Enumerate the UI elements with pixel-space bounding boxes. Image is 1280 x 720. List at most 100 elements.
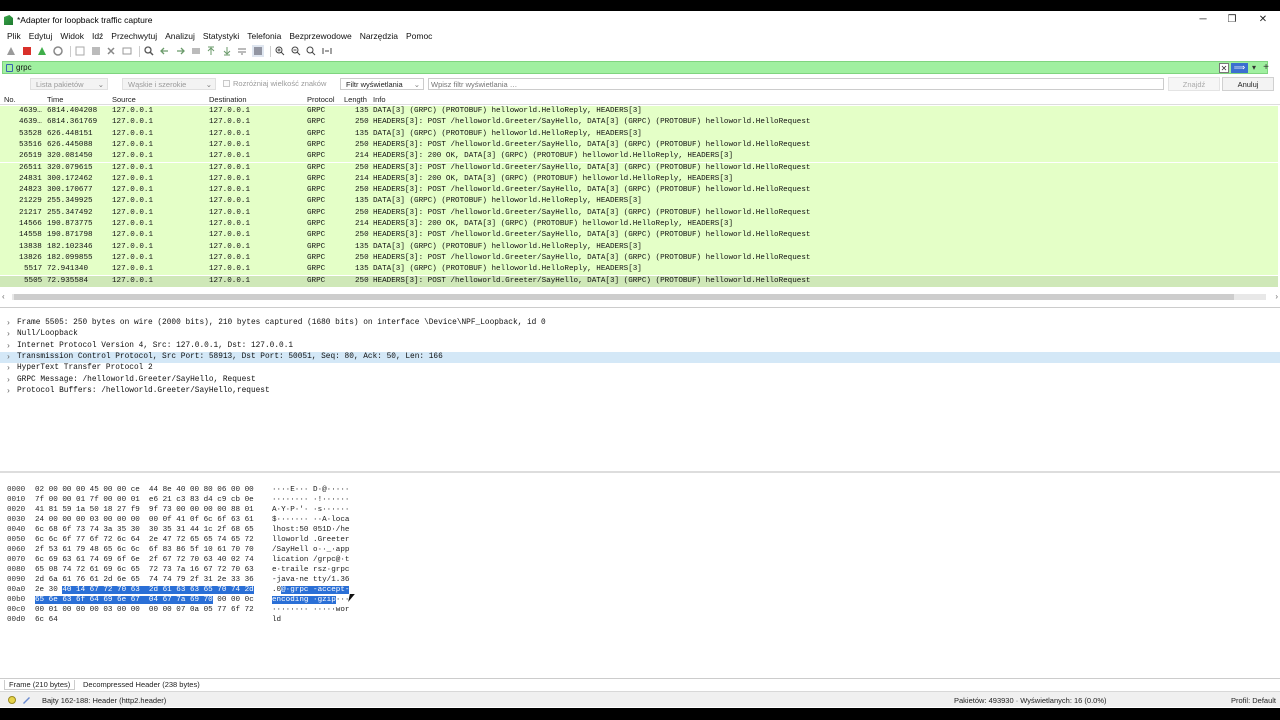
tab-decompressed-header[interactable]: Decompressed Header (238 bytes) <box>79 680 204 689</box>
packet-row[interactable]: 14566 190.873775 127.0.0.1 127.0.0.1 GRPC 214… <box>0 219 1278 231</box>
col-source[interactable]: Source <box>112 95 136 104</box>
capture-options-icon[interactable] <box>52 45 64 57</box>
open-file-icon[interactable] <box>74 45 86 57</box>
packet-row[interactable]: 53528 626.448151 127.0.0.1 127.0.0.1 GRPC 135… <box>0 128 1278 140</box>
packet-row[interactable]: 53516 626.445088 127.0.0.1 127.0.0.1 GRPC 250… <box>0 139 1278 152</box>
menu-item-4[interactable]: Przechwytuj <box>111 31 157 41</box>
apply-filter-icon[interactable]: ⟹ <box>1231 63 1248 73</box>
horizontal-scrollbar[interactable]: ‹ › <box>2 292 1278 302</box>
scroll-right-icon[interactable]: › <box>1275 292 1278 301</box>
detail-tree-item[interactable]: › Transmission Control Protocol, Src Port… <box>0 351 1280 364</box>
hex-row[interactable]: 0090 2d 6a 61 76 61 2d 6e 65 74 74 79 2f … <box>0 575 400 585</box>
col-time[interactable]: Time <box>47 95 63 104</box>
packet-row[interactable]: 13826 182.099855 127.0.0.1 127.0.0.1 GRPC 250… <box>0 252 1278 265</box>
go-back-icon[interactable] <box>159 45 171 57</box>
detail-tree-item[interactable]: › Internet Protocol Version 4, Src: 127.0… <box>0 341 1280 352</box>
packet-row[interactable]: 5517 72.941340 127.0.0.1 127.0.0.1 GRPC 135 DA… <box>0 264 1278 276</box>
menu-item-1[interactable]: Edytuj <box>29 31 53 41</box>
resize-columns-icon[interactable] <box>321 45 333 57</box>
packet-row[interactable]: 4639… 6814.361769 127.0.0.1 127.0.0.1 GRPC 25… <box>0 117 1278 129</box>
menu-item-2[interactable]: Widok <box>60 31 84 41</box>
packet-row[interactable]: 24831 300.172462 127.0.0.1 127.0.0.1 GRPC 214… <box>0 173 1278 186</box>
filter-history-icon[interactable]: ▾ <box>1249 63 1259 73</box>
case-sensitive-checkbox[interactable] <box>223 80 230 87</box>
char-width-combo[interactable]: Wąskie i szerokie ⌄ <box>122 78 216 90</box>
cancel-button[interactable]: Anuluj <box>1222 77 1274 91</box>
hex-row[interactable]: 0070 6c 69 63 61 74 69 6f 6e 2f 67 72 70 … <box>0 555 400 565</box>
display-filter-bar[interactable]: grpc ✕ ⟹ ▾ + <box>2 61 1271 74</box>
col-length[interactable]: Length <box>344 95 367 104</box>
hex-row[interactable]: 00d0 6c 64 ld <box>0 615 400 625</box>
packet-row[interactable]: 13838 182.102346 127.0.0.1 127.0.0.1 GRPC 135… <box>0 241 1278 253</box>
menu-item-10[interactable]: Pomoc <box>406 31 432 41</box>
packet-row[interactable]: 14558 190.871798 127.0.0.1 127.0.0.1 GRPC 250… <box>0 230 1278 242</box>
go-last-icon[interactable] <box>221 45 233 57</box>
hex-row[interactable]: 0080 65 08 74 72 61 69 6c 65 72 73 7a 16 … <box>0 565 400 575</box>
expand-arrow-icon[interactable]: › <box>6 375 11 386</box>
detail-tree-item[interactable]: › HyperText Transfer Protocol 2 <box>0 363 1280 374</box>
detail-tree-item[interactable]: › GRPC Message: /helloworld.Greeter/SayHe… <box>0 375 1280 386</box>
hex-row[interactable]: 0010 7f 00 00 01 7f 00 00 01 e6 21 c3 83 … <box>0 495 400 505</box>
pane-splitter[interactable] <box>0 471 1280 473</box>
close-file-icon[interactable] <box>105 45 117 57</box>
packet-row[interactable]: 4639… 6814.404208 127.0.0.1 127.0.0.1 GRPC 13… <box>0 106 1278 118</box>
stop-capture-icon[interactable] <box>21 45 33 57</box>
go-to-packet-icon[interactable] <box>190 45 202 57</box>
menu-item-7[interactable]: Telefonia <box>247 31 281 41</box>
menu-item-0[interactable]: Plik <box>7 31 21 41</box>
detail-tree-item[interactable]: › Null/Loopback <box>0 329 1280 340</box>
col-info[interactable]: Info <box>373 95 386 104</box>
packet-row[interactable]: 21217 255.347492 127.0.0.1 127.0.0.1 GRPC 250… <box>0 207 1278 219</box>
hex-row[interactable]: 0040 6c 68 6f 73 74 3a 35 30 30 35 31 44 … <box>0 525 400 535</box>
zoom-normal-icon[interactable] <box>305 45 317 57</box>
hex-row[interactable]: 0000 02 00 00 00 45 00 00 ce 44 8e 40 00 … <box>0 485 400 495</box>
close-button[interactable]: ✕ <box>1248 11 1278 29</box>
packet-row[interactable]: 21229 255.349925 127.0.0.1 127.0.0.1 GRPC 135… <box>0 196 1278 208</box>
hex-row[interactable]: 0030 24 00 00 00 03 00 00 00 00 0f 41 0f … <box>0 515 400 525</box>
hex-row[interactable]: 0060 2f 53 61 79 48 65 6c 6c 6f 83 86 5f … <box>0 545 400 555</box>
scroll-left-icon[interactable]: ‹ <box>2 292 5 301</box>
status-profile[interactable]: Profil: Default <box>1231 696 1276 705</box>
menu-item-8[interactable]: Bezprzewodowe <box>289 31 351 41</box>
detail-tree-item[interactable]: › Frame 5505: 250 bytes on wire (2000 bit… <box>0 318 1280 329</box>
find-button[interactable]: Znajdź <box>1168 77 1220 91</box>
expert-info-icon[interactable] <box>8 696 16 704</box>
shark-fin-start-icon[interactable] <box>5 45 17 57</box>
col-destination[interactable]: Destination <box>209 95 247 104</box>
menu-item-3[interactable]: Idź <box>92 31 103 41</box>
hex-row[interactable]: 00b0 65 6e 63 6f 64 69 6e 67 04 67 7a 69 … <box>0 595 400 605</box>
zoom-out-icon[interactable] <box>290 45 302 57</box>
auto-scroll-icon[interactable] <box>236 45 248 57</box>
edit-comment-icon[interactable] <box>22 696 31 704</box>
hex-row[interactable]: 00c0 00 01 00 00 00 03 00 00 00 00 07 0a … <box>0 605 400 615</box>
colorize-icon[interactable] <box>251 45 264 57</box>
minimize-button[interactable]: ─ <box>1188 11 1218 29</box>
search-in-combo[interactable]: Lista pakietów ⌄ <box>30 78 108 90</box>
expand-arrow-icon[interactable]: › <box>6 363 11 374</box>
reload-file-icon[interactable] <box>121 45 133 57</box>
find-packet-icon[interactable] <box>143 45 155 57</box>
detail-tree-item[interactable]: › Protocol Buffers: /helloworld.Greeter/S… <box>0 386 1280 397</box>
expand-arrow-icon[interactable]: › <box>6 329 11 340</box>
save-file-icon[interactable] <box>90 45 102 57</box>
packet-row[interactable]: 26519 320.081450 127.0.0.1 127.0.0.1 GRPC 214… <box>0 151 1278 163</box>
search-type-combo[interactable]: Filtr wyświetlania ⌄ <box>340 78 424 90</box>
col-no[interactable]: No. <box>4 95 16 104</box>
menu-item-9[interactable]: Narzędzia <box>360 31 398 41</box>
expand-arrow-icon[interactable]: › <box>6 352 11 363</box>
menu-item-5[interactable]: Analizuj <box>165 31 195 41</box>
go-first-icon[interactable] <box>205 45 217 57</box>
menu-item-6[interactable]: Statystyki <box>203 31 239 41</box>
hex-row[interactable]: 0050 6c 6c 6f 77 6f 72 6c 64 2e 47 72 65 … <box>0 535 400 545</box>
find-search-input[interactable] <box>428 78 1164 90</box>
expand-arrow-icon[interactable]: › <box>6 386 11 397</box>
add-filter-button-icon[interactable]: + <box>1261 63 1271 73</box>
bookmark-filter-icon[interactable] <box>6 63 13 72</box>
col-protocol[interactable]: Protocol <box>307 95 335 104</box>
display-filter-input[interactable]: grpc <box>16 63 32 72</box>
go-forward-icon[interactable] <box>174 45 186 57</box>
clear-filter-icon[interactable]: ✕ <box>1219 63 1229 73</box>
packet-row[interactable]: 24823 300.170677 127.0.0.1 127.0.0.1 GRPC 250… <box>0 185 1278 197</box>
expand-arrow-icon[interactable]: › <box>6 318 11 329</box>
tab-frame-bytes[interactable]: Frame (210 bytes) <box>4 680 76 690</box>
